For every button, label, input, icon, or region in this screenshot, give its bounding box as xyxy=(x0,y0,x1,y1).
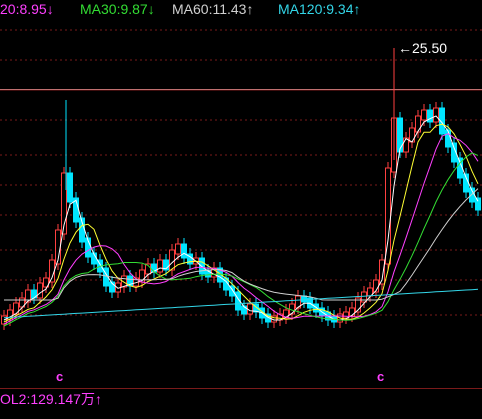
arrow-down-icon: ↓ xyxy=(147,1,155,17)
price-grid xyxy=(0,29,482,389)
candle-body xyxy=(421,109,427,121)
ma30-value: MA30:9.87 xyxy=(80,1,148,17)
ma60-indicator: MA60:11.43↑ xyxy=(172,0,253,18)
candle-body xyxy=(313,303,319,313)
candle-body xyxy=(169,249,175,271)
candle-body xyxy=(301,295,307,303)
event-marker-c[interactable]: c xyxy=(56,370,63,384)
ma10-line xyxy=(3,123,479,323)
candle-body xyxy=(157,259,163,273)
candle-body xyxy=(445,129,451,148)
arrow-up-icon: ↑ xyxy=(246,1,254,17)
candle-body xyxy=(37,282,43,299)
candle-body xyxy=(199,257,205,275)
candle-body xyxy=(181,243,187,259)
arrow-up-icon: ↑ xyxy=(353,1,361,17)
ma120-indicator: MA120:9.34↑ xyxy=(278,0,361,18)
kline-chart-canvas[interactable] xyxy=(0,0,482,419)
candle-body xyxy=(343,311,349,319)
candle-body xyxy=(433,107,439,123)
ma20-indicator: 20:8.95↓ xyxy=(0,0,54,18)
candle-body xyxy=(415,115,421,133)
arrow-down-icon: ↓ xyxy=(46,1,54,17)
volume-value: OL2:129.147万 xyxy=(0,391,95,407)
peak-price-annotation: ←25.50 xyxy=(398,40,447,56)
ma30-indicator: MA30:9.87↓ xyxy=(80,0,155,18)
volume-indicator: OL2:129.147万↑ xyxy=(0,390,102,408)
peak-price-value: 25.50 xyxy=(412,40,448,56)
arrow-left-icon: ← xyxy=(398,40,412,56)
candle-body xyxy=(67,172,73,203)
ma20-value: 20:8.95 xyxy=(0,1,47,17)
event-marker-c[interactable]: c xyxy=(377,370,384,384)
candle-body xyxy=(397,117,403,153)
volume-legend-bar: OL2:129.147万↑ xyxy=(0,390,482,410)
ma120-value: MA120:9.34 xyxy=(278,1,354,17)
ma-legend-bar: 20:8.95↓ MA30:9.87↓ MA60:11.43↑ MA120:9.… xyxy=(0,0,482,20)
candle-body xyxy=(175,243,181,255)
candle-body xyxy=(475,197,481,211)
arrow-up-icon: ↑ xyxy=(94,391,102,407)
ma60-value: MA60:11.43 xyxy=(172,1,247,17)
